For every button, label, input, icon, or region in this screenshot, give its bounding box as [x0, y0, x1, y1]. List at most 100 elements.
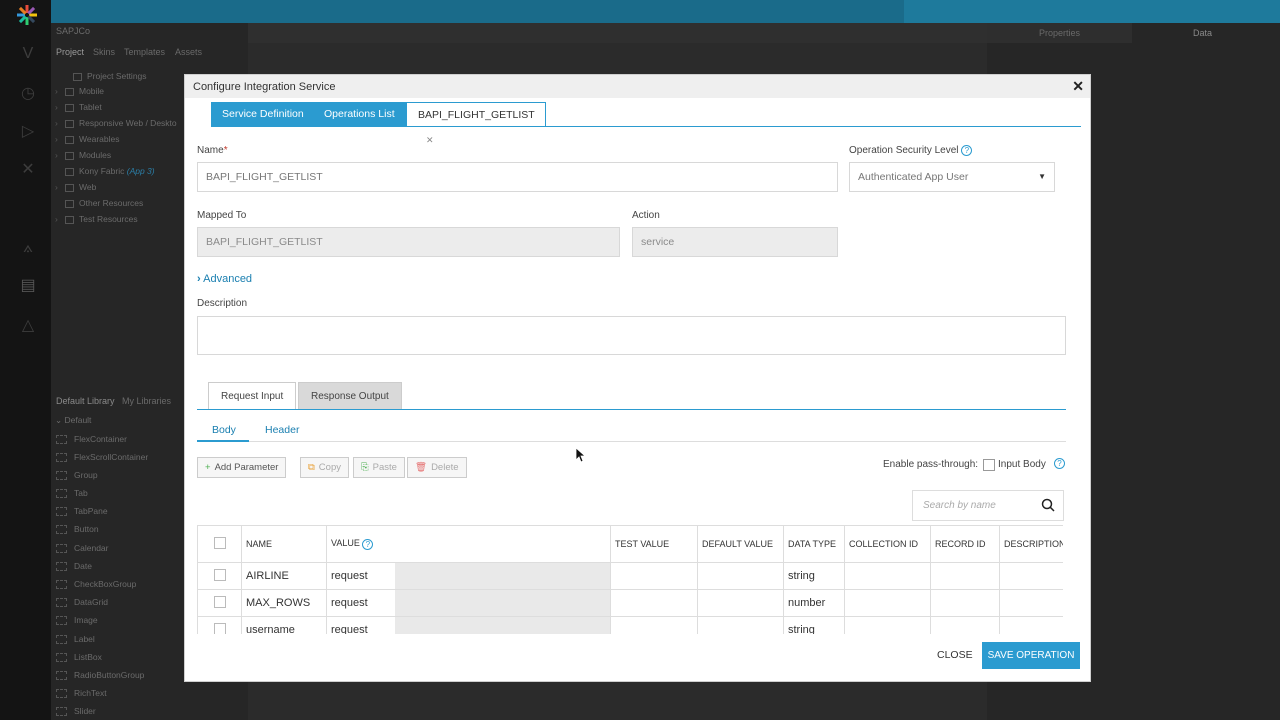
collection-id[interactable]: [844, 616, 931, 634]
record-id[interactable]: [930, 616, 1000, 634]
tools-icon[interactable]: ✕: [18, 160, 38, 180]
test-value[interactable]: [610, 616, 698, 634]
select-all-checkbox[interactable]: [213, 537, 226, 549]
table-row[interactable]: username request string: [197, 616, 1063, 634]
library-item[interactable]: RadioButtonGroup: [56, 668, 144, 682]
pin-icon[interactable]: ⟑: [18, 238, 38, 258]
help-icon[interactable]: ?: [1054, 458, 1065, 469]
input-body-checkbox[interactable]: [983, 459, 995, 471]
library-root[interactable]: ⌄ Default: [55, 413, 91, 427]
library-item[interactable]: Slider: [56, 704, 96, 718]
security-level-select[interactable]: Authenticated App User ▼: [849, 162, 1055, 192]
library-item[interactable]: Image: [56, 613, 98, 627]
library-item[interactable]: Group: [56, 468, 98, 482]
tab-data[interactable]: Data: [1193, 28, 1212, 38]
param-value[interactable]: request: [327, 563, 395, 589]
tab-properties[interactable]: Properties: [1039, 28, 1080, 38]
close-button[interactable]: CLOSE: [937, 649, 973, 661]
tree-item[interactable]: › Tablet: [55, 100, 102, 114]
library-item[interactable]: Button: [56, 522, 99, 536]
collection-id[interactable]: [844, 562, 931, 590]
default-value[interactable]: [697, 562, 784, 590]
description[interactable]: [999, 616, 1063, 634]
copy-button[interactable]: ⧉ Copy: [300, 457, 349, 478]
search-icon[interactable]: [1041, 498, 1055, 512]
tree-item[interactable]: › Modules: [55, 148, 111, 162]
delete-button[interactable]: 🗑 Delete: [407, 457, 467, 478]
column-header: DEFAULT VALUE: [697, 525, 784, 563]
description[interactable]: [999, 589, 1063, 617]
tab-response-output[interactable]: Response Output: [298, 382, 402, 410]
row-checkbox[interactable]: [213, 622, 226, 634]
row-checkbox[interactable]: [213, 568, 226, 581]
tree-item[interactable]: Other Resources: [55, 196, 143, 210]
right-panel-tabs: Properties Data: [987, 23, 1280, 43]
library-item[interactable]: FlexScrollContainer: [56, 450, 148, 464]
play-icon[interactable]: ▷: [18, 122, 38, 142]
data-type[interactable]: string: [783, 562, 845, 590]
table-row[interactable]: AIRLINE request string: [197, 562, 1063, 590]
close-tab-icon[interactable]: ✕: [426, 135, 434, 145]
document-icon[interactable]: ▤: [18, 276, 38, 296]
row-checkbox[interactable]: [213, 595, 226, 608]
data-type[interactable]: string: [783, 616, 845, 634]
tab-header[interactable]: Header: [265, 424, 299, 436]
library-item[interactable]: Calendar: [56, 541, 109, 555]
mountain-icon[interactable]: △: [18, 316, 38, 336]
test-value[interactable]: [610, 562, 698, 590]
tab-templates[interactable]: Templates: [124, 47, 165, 57]
tree-item[interactable]: › Mobile: [55, 84, 104, 98]
param-value[interactable]: request: [327, 617, 395, 634]
description[interactable]: [999, 562, 1063, 590]
param-name[interactable]: username: [241, 616, 327, 634]
data-type[interactable]: number: [783, 589, 845, 617]
test-value[interactable]: [610, 589, 698, 617]
tab-project[interactable]: Project: [56, 47, 84, 57]
record-id[interactable]: [930, 562, 1000, 590]
description-field[interactable]: [197, 316, 1066, 355]
library-item[interactable]: FlexContainer: [56, 432, 127, 446]
default-value[interactable]: [697, 589, 784, 617]
library-item[interactable]: ListBox: [56, 650, 102, 664]
tree-item[interactable]: › Web: [55, 180, 96, 194]
tab-request-input[interactable]: Request Input: [208, 382, 297, 410]
tab-skins[interactable]: Skins: [93, 47, 115, 57]
library-item[interactable]: TabPane: [56, 504, 108, 518]
tab-assets[interactable]: Assets: [175, 47, 202, 57]
close-icon[interactable]: ✕: [1072, 78, 1084, 95]
name-field[interactable]: BAPI_FLIGHT_GETLIST: [197, 162, 838, 192]
table-row[interactable]: MAX_ROWS request number: [197, 589, 1063, 617]
param-name[interactable]: MAX_ROWS: [241, 589, 327, 617]
save-operation-button[interactable]: SAVE OPERATION: [982, 642, 1080, 669]
paste-button[interactable]: ⎘ Paste: [353, 457, 405, 478]
tab-operations-list[interactable]: Operations List: [313, 102, 406, 127]
collection-id[interactable]: [844, 589, 931, 617]
default-value[interactable]: [697, 616, 784, 634]
help-icon[interactable]: ?: [362, 538, 374, 550]
library-item[interactable]: Label: [56, 632, 95, 646]
record-id[interactable]: [930, 589, 1000, 617]
help-icon[interactable]: ?: [961, 145, 973, 156]
tab-default-library[interactable]: Default Library: [56, 396, 115, 406]
tree-item[interactable]: › Responsive Web / Deskto: [55, 116, 177, 130]
library-item[interactable]: RichText: [56, 686, 107, 700]
library-item[interactable]: Date: [56, 559, 92, 573]
library-item[interactable]: CheckBoxGroup: [56, 577, 136, 591]
tab-service-definition[interactable]: Service Definition: [211, 102, 315, 127]
param-name[interactable]: AIRLINE: [241, 562, 327, 590]
tree-item[interactable]: › Test Resources: [55, 212, 138, 226]
search-input[interactable]: Search by name: [912, 490, 1064, 521]
tab-my-libraries[interactable]: My Libraries: [122, 396, 171, 406]
param-value[interactable]: request: [327, 590, 395, 616]
tree-item[interactable]: Kony Fabric (App 3): [55, 164, 155, 178]
tree-item[interactable]: Project Settings: [63, 69, 147, 83]
tab-body[interactable]: Body: [212, 424, 236, 436]
clock-icon[interactable]: ◷: [18, 84, 38, 104]
visualizer-icon[interactable]: V: [18, 44, 38, 64]
library-item[interactable]: DataGrid: [56, 595, 108, 609]
add-parameter-button[interactable]: + Add Parameter: [197, 457, 287, 478]
tree-item[interactable]: › Wearables: [55, 132, 119, 146]
advanced-toggle[interactable]: › Advanced: [197, 273, 252, 285]
library-item[interactable]: Tab: [56, 486, 88, 500]
tab-operation[interactable]: BAPI_FLIGHT_GETLIST ✕: [406, 102, 546, 145]
